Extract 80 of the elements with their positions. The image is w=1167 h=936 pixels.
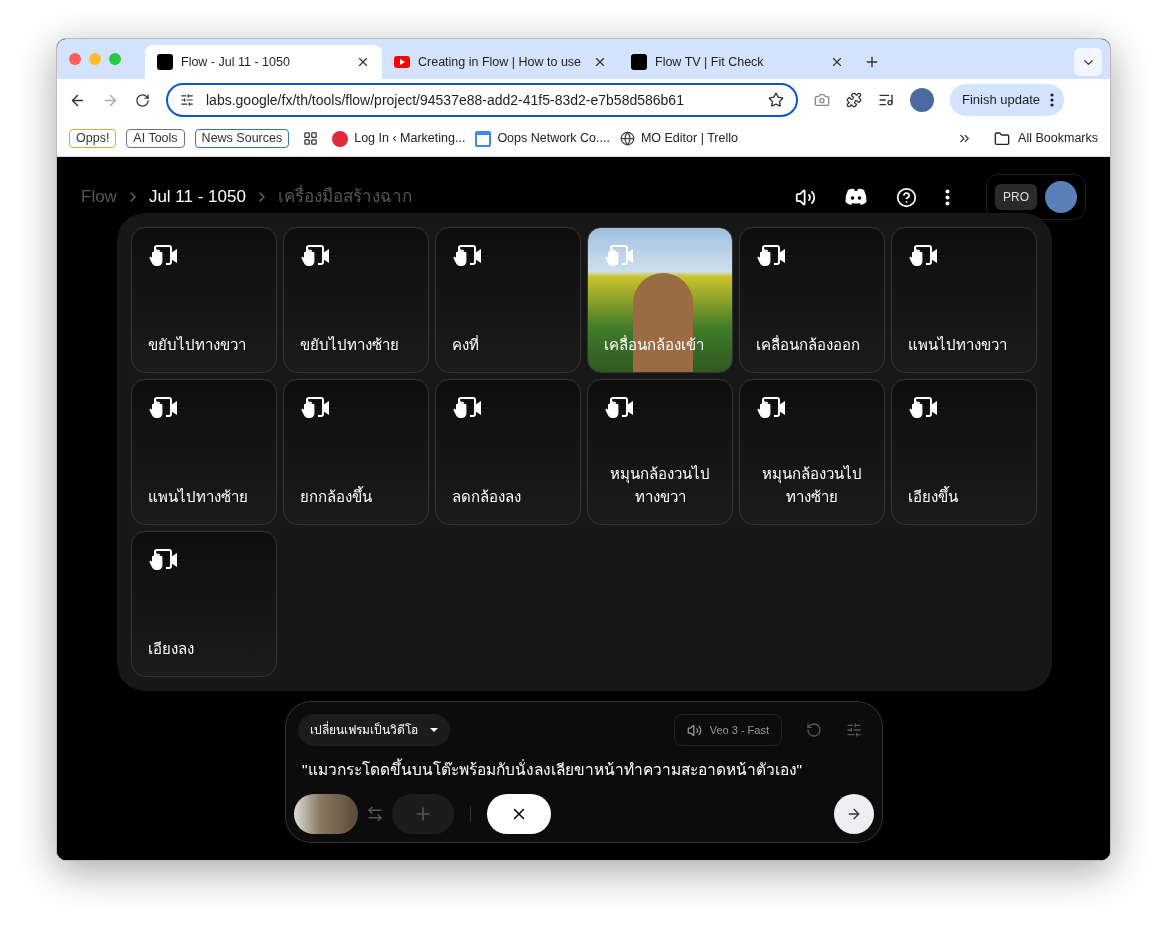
chat-controller-icon[interactable] [844,188,868,206]
tab-title: Flow TV | Fit Check [655,53,765,71]
bookmark-link[interactable]: Oops Network Co.... [475,129,610,148]
address-bar[interactable]: labs.google/fx/th/tools/flow/project/94537e88-add2-41f5-83d2-e7b58d586b61 [166,83,798,117]
motion-label: เอียงลง [148,639,195,659]
frame-thumbnail[interactable] [294,794,358,834]
tab-title: Flow - Jul 11 - 1050 [181,53,291,71]
more-icon[interactable] [945,188,950,206]
model-button[interactable]: Veo 3 - Fast [673,714,782,746]
extensions-icon[interactable] [846,92,862,108]
more-icon [1050,93,1055,107]
close-tab-icon[interactable] [593,55,607,69]
camera-motion-card[interactable]: แพนไปทางขวา [891,227,1037,373]
camera-motion-card[interactable]: ขยับไปทางขวา [131,227,277,373]
motion-label: หมุนกล้องวนไปทางซ้าย [761,464,863,507]
folder-icon [994,130,1011,147]
camera-motion-card[interactable]: หมุนกล้องวนไปทางขวา [587,379,733,525]
camera-icon[interactable] [814,92,830,108]
browser-tab[interactable]: Flow - Jul 11 - 1050 [145,45,382,79]
tab-title: Creating in Flow | How to use [418,53,583,71]
camera-motion-card[interactable]: เคลื่อนกล้องเข้า [587,227,733,373]
bookmark-link[interactable]: MO Editor | Trello [619,129,738,148]
video-play-icon [394,56,410,68]
bookmark-chip[interactable]: News Sources [194,129,290,148]
motion-label: แพนไปทางซ้าย [148,487,249,507]
camera-motion-card[interactable]: เอียงขึ้น [891,379,1037,525]
square-favicon-icon [631,54,647,70]
breadcrumb-item: เครื่องมือสร้างฉาก [277,184,412,210]
all-bookmarks-link[interactable]: All Bookmarks [994,129,1098,148]
close-button[interactable] [487,794,551,834]
motion-label: ยกกล้องขึ้น [300,485,373,507]
camera-motion-card[interactable]: ลดกล้องลง [435,379,581,525]
settings-icon[interactable] [846,722,862,738]
breadcrumb-item[interactable]: Jul 11 - 1050 [148,184,246,210]
close-tab-icon[interactable] [356,55,370,69]
motion-label: เคลื่อนกล้องออก [756,334,861,355]
send-button[interactable] [834,794,874,834]
close-tab-icon[interactable] [830,55,844,69]
motion-label: ขยับไปทางขวา [148,335,247,355]
reload-icon[interactable] [135,92,150,108]
bookmark-chip[interactable]: AI Tools [126,129,185,148]
new-tab-icon[interactable] [864,54,880,70]
browser-tab[interactable]: Creating in Flow | How to use [382,45,619,79]
camera-motion-card[interactable]: แพนไปทางซ้าย [131,379,277,525]
motion-label: เอียงขึ้น [908,485,959,507]
avatar[interactable] [1045,181,1077,213]
site-info-icon[interactable] [180,93,194,107]
bookmark-link[interactable]: Log In ‹ Marketing... [332,129,466,148]
motion-label: เคลื่อนกล้องเข้า [604,334,705,355]
browser-tab[interactable]: Flow TV | Fit Check [619,45,856,79]
apps-grid-icon[interactable] [303,131,319,146]
profile-avatar[interactable] [910,88,934,112]
url-text: labs.google/fx/th/tools/flow/project/94537e88-add2-41f5-83d2-e7b58d586b61 [206,90,685,110]
camera-motion-card[interactable]: คงที่ [435,227,581,373]
mode-dropdown[interactable]: เปลี่ยนเฟรมเป็นวิดีโอ [298,714,450,746]
camera-motion-card[interactable]: ขยับไปทางซ้าย [283,227,429,373]
calendar-icon [475,130,492,147]
media-icon[interactable] [878,92,894,108]
motion-label: คงที่ [452,334,480,355]
camera-motion-card[interactable]: หมุนกล้องวนไปทางซ้าย [739,379,885,525]
speaker-icon [686,722,702,738]
square-favicon-icon [157,54,173,70]
camera-motion-card[interactable]: เคลื่อนกล้องออก [739,227,885,373]
globe-icon [619,131,635,146]
camera-motion-card[interactable]: ยกกล้องขึ้น [283,379,429,525]
motion-label: หมุนกล้องวนไปทางขวา [609,464,711,507]
swap-icon[interactable] [366,805,384,823]
pro-badge: PRO [995,184,1037,210]
reset-icon[interactable] [806,722,822,738]
camera-motion-card[interactable]: เอียงลง [131,531,277,677]
motion-label: ขยับไปทางซ้าย [300,335,400,355]
site-logo-icon [332,130,349,147]
bookmark-chip[interactable]: Opps! [69,129,117,148]
help-icon[interactable] [896,186,917,208]
prompt-text[interactable]: "แมวกระโดดขึ้นบนโต๊ะพร้อมกับนั่งลงเลียขาหน้าทำความสะอาดหน้าตัวเอง" [298,758,870,782]
finish-update-button[interactable]: Finish update [950,84,1065,116]
arrow-right-icon [846,806,862,822]
bookmark-star-icon[interactable] [768,92,784,108]
motion-label: แพนไปทางขวา [908,335,1008,355]
motion-label: ลดกล้องลง [452,487,522,507]
